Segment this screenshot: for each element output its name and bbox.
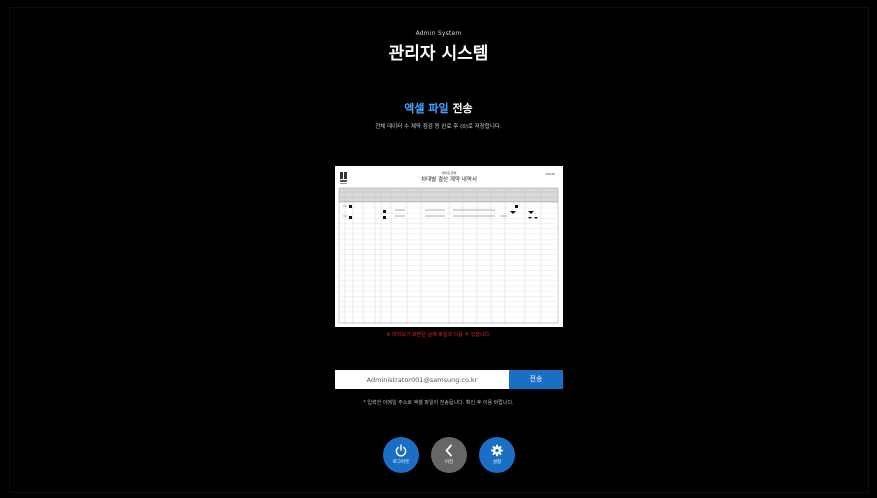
excel-preview-image: 대리점 판매 차대별 결산 계약 내역서 000000 [335, 166, 563, 327]
logout-label: 로그아웃 [392, 460, 410, 465]
section-heading-highlight: 엑셀 파일 [404, 102, 449, 115]
sheet-corner-text: 000000 [545, 172, 555, 176]
email-hint: * 입력한 이메일 주소로 엑셀 파일이 전송됩니다. 확인 후 이용 바랍니다… [363, 400, 514, 406]
power-icon [395, 444, 407, 457]
email-input[interactable] [335, 370, 509, 389]
settings-label: 설정 [492, 460, 502, 465]
app-subtitle: Admin System [415, 30, 462, 37]
back-button[interactable]: 이전 [431, 437, 467, 473]
sheet-main-title: 차대별 결산 계약 내역서 [421, 175, 477, 183]
logout-button[interactable]: 로그아웃 [383, 437, 419, 473]
section-heading: 엑셀 파일 전송 [0, 100, 877, 116]
excel-preview: 대리점 판매 차대별 결산 계약 내역서 000000 [335, 166, 563, 327]
send-button[interactable]: 전송 [509, 370, 563, 389]
preview-notice: ※ 미리보기 화면은 실제 파일과 다를 수 있습니다. [386, 332, 491, 338]
section-description: 전체 데이터 수 제약 점검 등 완료 후 (0)로 저장합니다. [375, 124, 502, 130]
chevron-left-icon [445, 444, 452, 457]
sheet-small-title: 대리점 판매 [442, 170, 457, 175]
page-title: 관리자 시스템 [388, 44, 489, 64]
settings-button[interactable]: 설정 [479, 437, 515, 473]
gear-icon [491, 444, 503, 457]
back-label: 이전 [444, 460, 454, 465]
section-heading-rest: 전송 [448, 102, 473, 115]
